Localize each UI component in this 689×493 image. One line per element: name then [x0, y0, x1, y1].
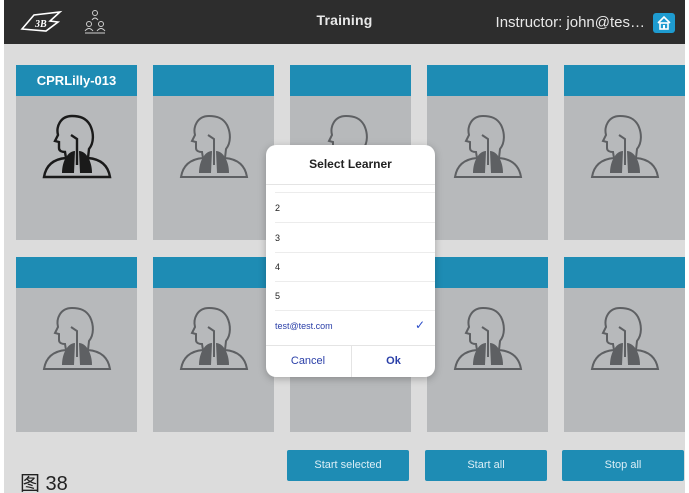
instructor-label[interactable]: Instructor: john@tes…	[496, 14, 645, 31]
learner-item[interactable]: 5	[266, 281, 435, 311]
dialog-title: Select Learner	[309, 157, 392, 171]
card-header	[16, 257, 137, 288]
learner-group-icon[interactable]	[82, 9, 108, 35]
torso-lungs-icon	[453, 306, 523, 370]
learner-item[interactable]: 4	[266, 252, 435, 282]
learner-list[interactable]: 1 2 3 4 5 test@test.com ✓	[266, 185, 435, 345]
home-icon	[657, 15, 671, 30]
stop-all-button[interactable]: Stop all	[562, 450, 684, 481]
figure-caption: 图 38	[20, 473, 68, 493]
learner-item-label: test@test.com	[275, 321, 333, 331]
cancel-button[interactable]: Cancel	[266, 346, 350, 377]
home-button[interactable]	[653, 13, 675, 33]
manikin-card[interactable]	[153, 65, 274, 240]
checkmark-icon: ✓	[414, 318, 425, 332]
card-header	[564, 65, 685, 96]
card-header: CPRLilly-013	[16, 65, 137, 96]
torso-lungs-icon	[179, 114, 249, 178]
torso-lungs-icon	[42, 114, 112, 179]
learner-item[interactable]: 3	[266, 223, 435, 253]
torso-lungs-icon	[453, 114, 523, 178]
learner-item-selected[interactable]: test@test.com ✓	[266, 311, 435, 341]
learner-item-label: 4	[275, 262, 281, 272]
3b-logo-icon: 3B	[20, 10, 63, 32]
ok-button[interactable]: Ok	[351, 346, 435, 377]
start-selected-button[interactable]: Start selected	[287, 450, 409, 481]
manikin-card[interactable]: CPRLilly-013	[16, 65, 137, 240]
learner-item-label: 2	[275, 203, 281, 213]
top-bar: 3B Training Instructor: john@tes…	[4, 0, 685, 44]
app-screen: 3B Training Instructor: john@tes… CPRLil…	[4, 0, 685, 493]
card-header	[290, 65, 411, 96]
torso-lungs-icon	[179, 306, 249, 370]
learner-item[interactable]: 1	[266, 185, 435, 193]
manikin-card[interactable]	[564, 257, 685, 432]
card-header	[427, 65, 548, 96]
torso-lungs-icon	[590, 114, 660, 178]
torso-lungs-icon	[590, 306, 660, 370]
page-title-text: Training	[316, 12, 373, 28]
learner-item-label: 5	[275, 291, 281, 301]
svg-text:3B: 3B	[34, 19, 47, 30]
manikin-card[interactable]	[153, 257, 274, 432]
card-header	[564, 257, 685, 288]
learner-item-label: 3	[275, 233, 281, 243]
card-header	[153, 65, 274, 96]
card-header	[153, 257, 274, 288]
start-all-button[interactable]: Start all	[425, 450, 547, 481]
manikin-card[interactable]	[427, 65, 548, 240]
select-learner-dialog: Select Learner 1 2 3 4 5	[266, 145, 435, 377]
torso-lungs-icon	[42, 306, 112, 370]
dialog-actions: Cancel Ok	[266, 345, 435, 377]
card-header	[427, 257, 548, 288]
manikin-card[interactable]	[564, 65, 685, 240]
manikin-card[interactable]	[427, 257, 548, 432]
learner-item[interactable]: 2	[266, 193, 435, 223]
manikin-card[interactable]	[16, 257, 137, 432]
